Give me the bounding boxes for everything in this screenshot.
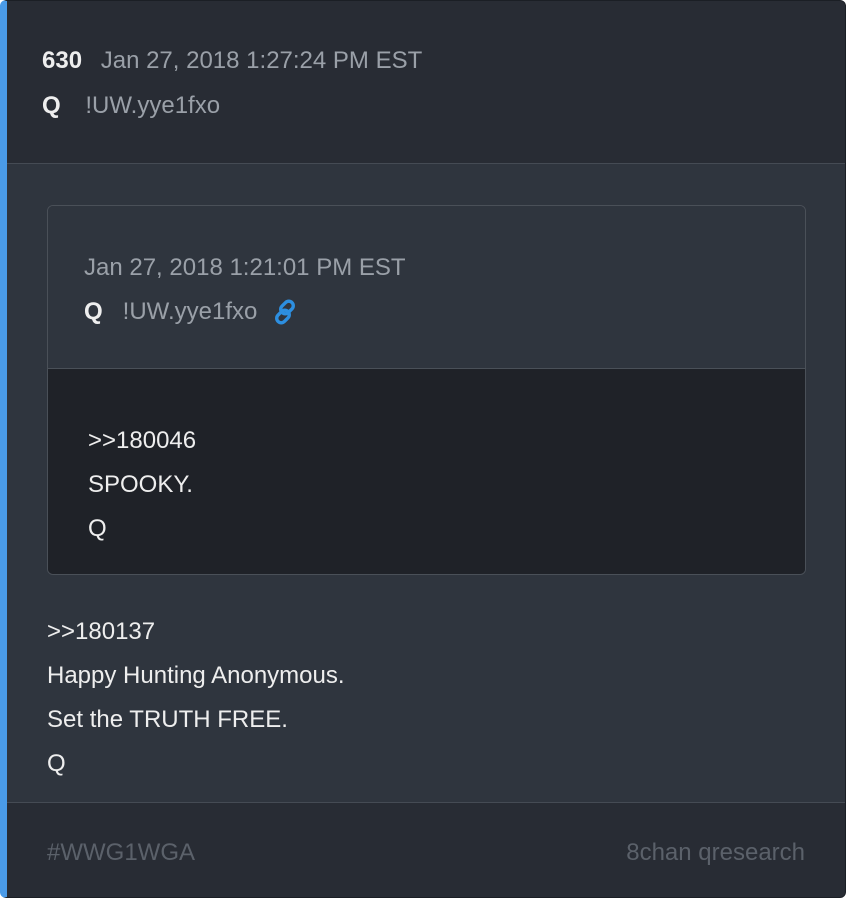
- quoted-reply-link[interactable]: >>180046: [88, 419, 196, 463]
- quoted-text-line: Q: [88, 515, 107, 542]
- author-name: Q: [42, 92, 61, 119]
- post-author: Q !UW.yye1fxo: [42, 92, 220, 120]
- post-number[interactable]: 630: [42, 47, 82, 74]
- quoted-post-author: Q !UW.yye1fxo: [84, 298, 299, 326]
- post-footer: #WWG1WGA 8chan qresearch: [7, 802, 845, 897]
- post-text-line: Q: [47, 750, 66, 777]
- post-timestamp: Jan 27, 2018 1:27:24 PM EST: [100, 47, 423, 74]
- link-icon[interactable]: [271, 298, 299, 326]
- hashtag[interactable]: #WWG1WGA: [47, 839, 195, 867]
- quoted-post-text: >>180046 SPOOKY. Q: [88, 419, 196, 551]
- quoted-post-header: Jan 27, 2018 1:21:01 PM EST Q !UW.yye1fx…: [48, 206, 805, 369]
- reply-link[interactable]: >>180137: [47, 610, 345, 654]
- quoted-post-body: >>180046 SPOOKY. Q: [48, 369, 805, 574]
- quoted-text-line: SPOOKY.: [88, 471, 193, 498]
- post-card: 630 Jan 27, 2018 1:27:24 PM EST Q !UW.yy…: [0, 0, 846, 898]
- post-meta: 630 Jan 27, 2018 1:27:24 PM EST: [42, 47, 422, 75]
- post-header: 630 Jan 27, 2018 1:27:24 PM EST Q !UW.yy…: [7, 1, 845, 164]
- author-tripcode: !UW.yye1fxo: [85, 92, 221, 119]
- source-label: 8chan qresearch: [626, 839, 805, 866]
- quoted-post-timestamp: Jan 27, 2018 1:21:01 PM EST: [84, 254, 406, 281]
- quoted-author-name: Q: [84, 298, 103, 325]
- quoted-post[interactable]: Jan 27, 2018 1:21:01 PM EST Q !UW.yye1fx…: [47, 205, 806, 575]
- post-text-line: Happy Hunting Anonymous.: [47, 662, 345, 689]
- post-text-line: Set the TRUTH FREE.: [47, 706, 288, 733]
- quoted-author-tripcode: !UW.yye1fxo: [122, 298, 258, 325]
- post-body: >>180137 Happy Hunting Anonymous. Set th…: [47, 610, 345, 786]
